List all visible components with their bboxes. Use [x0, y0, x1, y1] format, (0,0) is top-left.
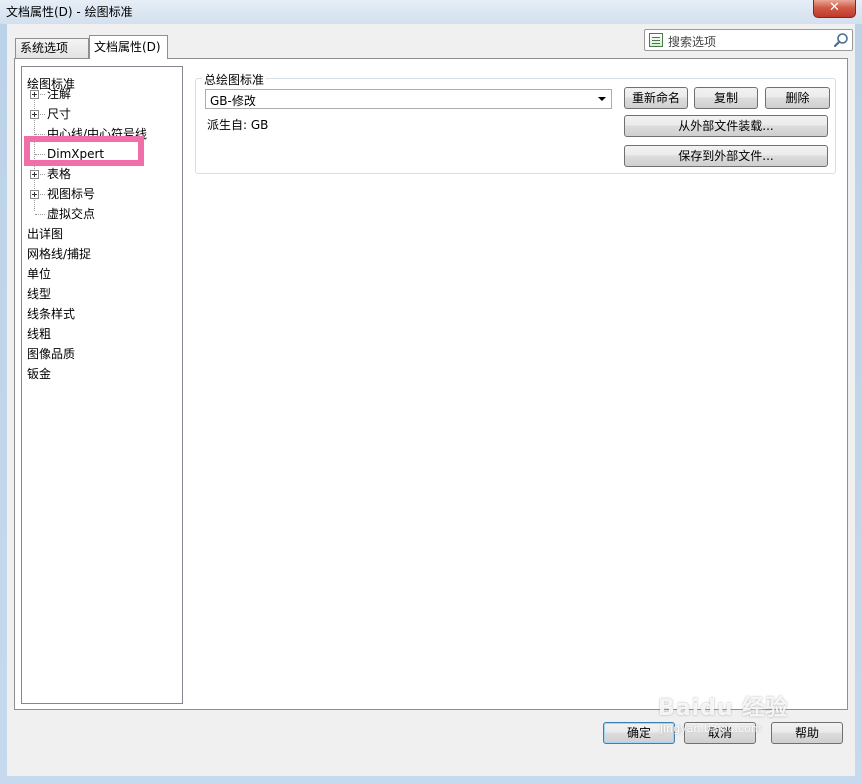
expand-icon[interactable]	[30, 170, 39, 179]
tree-item-units[interactable]: 单位	[27, 265, 51, 283]
tree-item-sheet-metal[interactable]: 钣金	[27, 365, 51, 383]
tree-item-label: 图像品质	[27, 347, 76, 361]
chevron-down-icon	[598, 97, 606, 101]
close-icon: ✕	[829, 0, 840, 15]
tree-item-label: 出详图	[27, 227, 64, 241]
tree-item-grid-snap[interactable]: 网格线/捕捉	[27, 245, 91, 263]
window-title: 文档属性(D) - 绘图标准	[6, 5, 133, 19]
tree-item-label: 尺寸	[47, 107, 72, 121]
button-label: 从外部文件装载...	[678, 119, 774, 133]
delete-button[interactable]: 删除	[765, 87, 830, 109]
tree-item-label: 线条样式	[27, 307, 76, 321]
dialog-client: 系统选项(S) 文档属性(D) 搜索选项 绘图标准 注解	[7, 24, 855, 776]
button-label: 确定	[626, 726, 651, 740]
tree-item-label: 网格线/捕捉	[27, 247, 92, 261]
watermark-brand: Baidu 经验	[658, 696, 789, 721]
tree-item-label: 虚拟交点	[47, 207, 96, 221]
derived-from-label: 派生自: GB	[207, 118, 269, 132]
tab-document-properties[interactable]: 文档属性(D)	[89, 35, 168, 59]
copy-button[interactable]: 复制	[694, 87, 758, 109]
tree-item-label: 线型	[27, 287, 52, 301]
search-options-icon	[649, 33, 663, 47]
highlight-annotation	[24, 136, 144, 166]
tree-item-virtual-sharps[interactable]: 虚拟交点	[47, 205, 95, 223]
tab-system-options[interactable]: 系统选项(S)	[15, 38, 89, 74]
expand-icon[interactable]	[30, 90, 39, 99]
tree-item-label: 视图标号	[47, 187, 96, 201]
tree-item-annotations[interactable]: 注解	[47, 85, 71, 103]
overall-standard-group: 总绘图标准 GB-修改 派生自: GB 重新命名 复制 删除 从外部文件装载..…	[195, 71, 836, 174]
tree-item-detailing[interactable]: 出详图	[27, 225, 63, 243]
tab-panel-document-properties: 绘图标准 注解 尺寸 中心线/中心符号线 DimXpert 表格 视图标号 虚拟…	[14, 58, 848, 710]
expand-icon[interactable]	[30, 110, 39, 119]
search-input[interactable]: 搜索选项	[668, 33, 716, 50]
tab-label: 文档属性(D)	[94, 40, 161, 54]
group-title: 总绘图标准	[202, 71, 267, 88]
button-label: 删除	[785, 91, 810, 105]
tree-item-label: 注解	[47, 87, 72, 101]
tree-item-line-style[interactable]: 线条样式	[27, 305, 75, 323]
expand-icon[interactable]	[30, 190, 39, 199]
tree-item-label: 线粗	[27, 327, 52, 341]
tree-connector	[35, 214, 45, 215]
tree-item-label: 表格	[47, 167, 72, 181]
tree-item-label: 单位	[27, 267, 52, 281]
standard-select[interactable]: GB-修改	[205, 89, 612, 109]
watermark: Baidu 经验 jingyan.baidu.com	[656, 690, 806, 750]
tree-connector	[35, 134, 45, 135]
tree-item-line-thickness[interactable]: 线粗	[27, 325, 51, 343]
tree-item-view-labels[interactable]: 视图标号	[47, 185, 95, 203]
load-from-file-button[interactable]: 从外部文件装载...	[624, 115, 828, 137]
tree-item-image-quality[interactable]: 图像品质	[27, 345, 75, 363]
button-label: 复制	[713, 91, 738, 105]
tree-item-dimensions[interactable]: 尺寸	[47, 105, 71, 123]
tree-item-tables[interactable]: 表格	[47, 165, 71, 183]
button-label: 重新命名	[631, 91, 680, 105]
save-to-file-button[interactable]: 保存到外部文件...	[624, 145, 828, 167]
search-icon[interactable]	[833, 32, 849, 48]
close-button[interactable]: ✕	[813, 0, 856, 18]
rename-button[interactable]: 重新命名	[624, 87, 688, 109]
title-bar: 文档属性(D) - 绘图标准 ✕	[0, 0, 862, 24]
tree-item-line-font[interactable]: 线型	[27, 285, 51, 303]
search-options-box[interactable]: 搜索选项	[644, 29, 853, 51]
watermark-url: jingyan.baidu.com	[660, 722, 762, 735]
standard-select-value: GB-修改	[210, 94, 256, 108]
button-label: 保存到外部文件...	[678, 149, 774, 163]
tree-item-label: 钣金	[27, 367, 52, 381]
